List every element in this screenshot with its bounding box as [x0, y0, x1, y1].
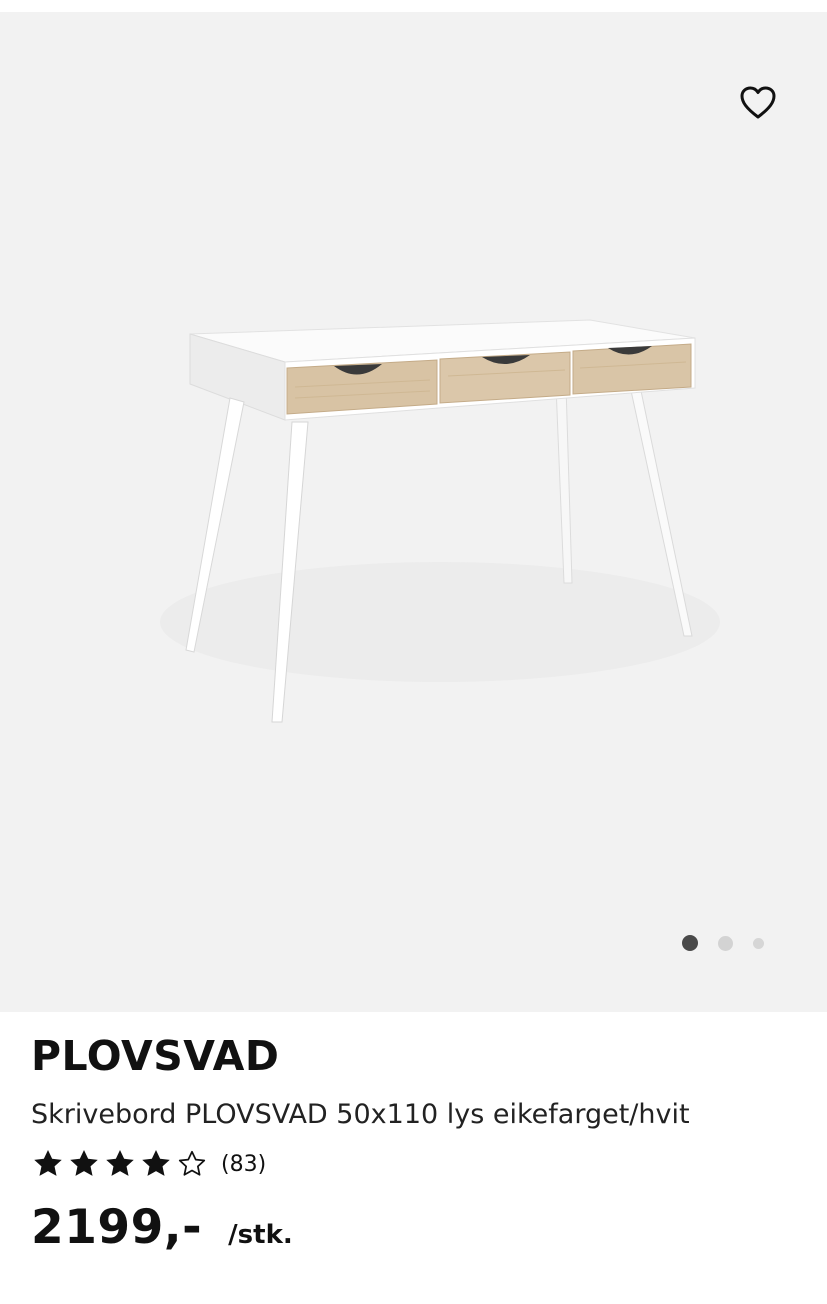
favorite-button[interactable] [737, 82, 779, 124]
price-row: 2199,- /stk. [31, 1200, 801, 1255]
product-price: 2199,- [31, 1200, 203, 1255]
product-image-gallery[interactable] [0, 12, 827, 1012]
rating-stars [31, 1148, 209, 1180]
product-info: PLOVSVAD Skrivebord PLOVSVAD 50x110 lys … [31, 1030, 801, 1255]
carousel-dot-3[interactable] [753, 937, 764, 949]
star-outline-icon [175, 1148, 209, 1180]
product-description: Skrivebord PLOVSVAD 50x110 lys eikefarge… [31, 1099, 690, 1130]
product-image-desk [160, 319, 720, 723]
carousel-dots[interactable] [682, 935, 764, 951]
star-filled-icon [139, 1148, 173, 1180]
carousel-dot-1[interactable] [682, 935, 698, 951]
star-filled-icon [103, 1148, 137, 1180]
product-rating[interactable]: (83) [31, 1148, 801, 1180]
rating-count[interactable]: (83) [221, 1152, 266, 1177]
product-brand: PLOVSVAD [31, 1032, 280, 1080]
price-unit: /stk. [228, 1220, 293, 1250]
carousel-dot-2[interactable] [718, 935, 733, 951]
heart-icon [740, 86, 776, 119]
star-filled-icon [67, 1148, 101, 1180]
star-filled-icon [31, 1148, 65, 1180]
